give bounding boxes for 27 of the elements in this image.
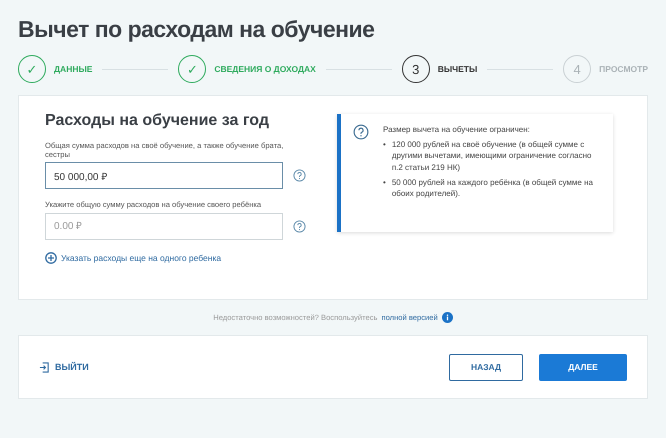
step-label: ДАННЫЕ <box>54 64 92 74</box>
step-marker: ✓ <box>178 55 206 83</box>
amount-field[interactable]: 0.00 ₽ <box>45 213 283 240</box>
exit-icon <box>39 362 50 372</box>
next-button[interactable]: ДАЛЕЕ <box>539 354 627 380</box>
info-intro: Размер вычета на обучение ограничен: <box>383 124 531 136</box>
page-title: Вычет по расходам на обучение <box>18 16 376 43</box>
bullet-mark: • <box>383 139 386 152</box>
back-button[interactable]: НАЗАД <box>449 354 523 380</box>
step-label: ПРОСМОТР <box>599 64 648 74</box>
info-item: 120 000 рублей на своё обучение (в общей сумме с другими вычетами, имеющими ограничение согласно п.2 статьи 219 НК) <box>392 139 592 173</box>
exit-link[interactable]: ВЫЙТИ <box>39 362 89 372</box>
plus-icon <box>45 252 57 264</box>
amount-field[interactable]: 50 000,00 ₽ <box>45 162 283 190</box>
step-marker: 3 <box>402 55 430 83</box>
step-marker: 4 <box>563 55 592 83</box>
step-label: СВЕДЕНИЯ О ДОХОДАХ <box>214 64 316 74</box>
form-heading: Расходы на обучение за год <box>45 112 270 130</box>
add-child-link[interactable]: Указать расходы еще на одного ребенка <box>45 252 307 264</box>
bullet-mark: • <box>383 176 386 189</box>
info-icon[interactable] <box>442 312 453 323</box>
step-marker: ✓ <box>18 55 46 83</box>
help-icon[interactable] <box>293 220 306 234</box>
step-label: ВЫЧЕТЫ <box>438 64 478 74</box>
info-item: 50 000 рублей на каждого ребёнка (в общей сумме на обоих родителей). <box>392 176 594 200</box>
help-icon <box>353 124 369 140</box>
help-icon[interactable] <box>293 169 306 182</box>
